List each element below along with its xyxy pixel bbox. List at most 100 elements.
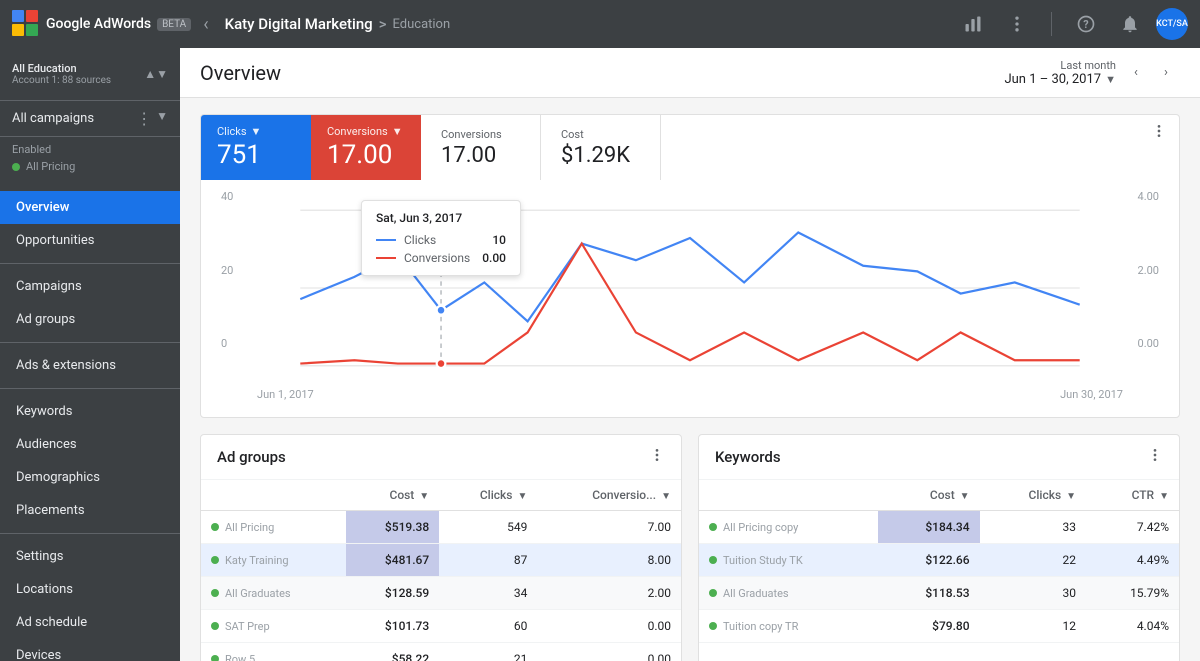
sidebar-item-settings[interactable]: Settings: [0, 540, 180, 573]
sidebar-item-overview[interactable]: Overview: [0, 191, 180, 224]
notifications-button[interactable]: [1112, 6, 1148, 42]
breadcrumb-sub[interactable]: Education: [393, 17, 451, 32]
row-link[interactable]: All Graduates: [211, 587, 336, 600]
sidebar-item-demographics[interactable]: Demographics: [0, 461, 180, 494]
chart-svg: [217, 188, 1163, 388]
ad-groups-col-cost[interactable]: Cost ▼: [346, 480, 439, 511]
sidebar-item-label: Ad schedule: [16, 615, 87, 630]
conversions-metric-button[interactable]: Conversions ▼ 17.00: [311, 115, 421, 180]
table-row: All Pricing $519.38 549 7.00: [201, 511, 681, 544]
all-campaigns-item[interactable]: All campaigns ⋮ ▼: [0, 101, 180, 137]
y-axis-left: 40 20 0: [221, 190, 233, 350]
metrics-top: Clicks ▼ 751 Conversions ▼ 17.00 Conver: [201, 115, 1179, 180]
content-scroll: Clicks ▼ 751 Conversions ▼ 17.00 Conver: [180, 98, 1200, 661]
status-dot: [709, 523, 717, 531]
metrics-more-button[interactable]: [1139, 115, 1179, 180]
tooltip-clicks-row: Clicks 10: [376, 233, 506, 247]
ad-groups-col-clicks[interactable]: Clicks ▼: [439, 480, 537, 511]
row-link[interactable]: Row 5: [211, 653, 336, 661]
row-link[interactable]: Katy Training: [211, 554, 336, 567]
row-name-text: SAT Prep: [225, 620, 270, 633]
breadcrumb-account[interactable]: Katy Digital Marketing: [225, 15, 373, 33]
enabled-label: Enabled: [12, 143, 168, 156]
sidebar-divider-1: [0, 263, 180, 264]
date-label: Last month Jun 1 – 30, 2017 ▼: [1004, 59, 1116, 87]
sidebar-item-locations[interactable]: Locations: [0, 573, 180, 606]
y-axis-right: 4.00 2.00 0.00: [1138, 190, 1159, 350]
conversions-stat: Conversions 17.00: [421, 115, 541, 180]
date-prev-button[interactable]: ‹: [1122, 59, 1150, 87]
row-link[interactable]: All Pricing: [211, 521, 336, 534]
campaign-item[interactable]: All Pricing: [12, 156, 168, 177]
sidebar-item-devices[interactable]: Devices: [0, 639, 180, 661]
row-name-cell: Tuition Study TK: [699, 544, 878, 577]
sidebar-item-ads-extensions[interactable]: Ads & extensions: [0, 349, 180, 382]
date-nav: ‹ ›: [1122, 59, 1180, 87]
keywords-table: Cost ▼ Clicks ▼ CTR ▼ All Pricing copy $…: [699, 480, 1179, 643]
tooltip-conversions-value: 0.00: [482, 251, 506, 265]
help-button[interactable]: ?: [1068, 6, 1104, 42]
all-campaigns-more-icon[interactable]: ⋮: [136, 109, 152, 128]
keywords-col-cost[interactable]: Cost ▼: [878, 480, 979, 511]
row-name-text: Tuition Study TK: [723, 554, 803, 567]
row-link[interactable]: All Pricing copy: [709, 521, 868, 534]
breadcrumb-sep: >: [379, 15, 387, 33]
sidebar-item-keywords[interactable]: Keywords: [0, 395, 180, 428]
ctr-cell: 4.49%: [1086, 544, 1179, 577]
sidebar-item-ad-schedule[interactable]: Ad schedule: [0, 606, 180, 639]
sidebar-divider-3: [0, 388, 180, 389]
user-avatar[interactable]: KCT/SA: [1156, 8, 1188, 40]
sidebar-account[interactable]: All Education Account 1: 88 sources ▲▼: [12, 56, 168, 92]
table-row: All Graduates $118.53 30 15.79%: [699, 577, 1179, 610]
cost-cell: $79.80: [878, 610, 979, 643]
nav-toggle-icon[interactable]: ‹: [203, 14, 208, 35]
tooltip-conversions-row: Conversions 0.00: [376, 251, 506, 265]
chart-icon-button[interactable]: [955, 6, 991, 42]
table-row: All Pricing copy $184.34 33 7.42%: [699, 511, 1179, 544]
bell-icon: [1120, 14, 1140, 34]
clicks-label: Clicks ▼: [217, 125, 295, 138]
help-icon: ?: [1076, 14, 1096, 34]
sidebar-item-audiences[interactable]: Audiences: [0, 428, 180, 461]
sidebar-item-campaigns[interactable]: Campaigns: [0, 270, 180, 303]
bottom-cards: Ad groups Cost ▼ Clicks ▼ Conversio... ▼: [200, 434, 1180, 661]
keywords-col-ctr[interactable]: CTR ▼: [1086, 480, 1179, 511]
clicks-cell: 549: [439, 511, 537, 544]
stat2-value: $1.29K: [561, 143, 640, 168]
beta-badge: BETA: [157, 18, 191, 31]
tooltip-clicks-line: [376, 239, 396, 241]
x-axis-start: Jun 1, 2017: [257, 388, 314, 401]
keywords-col-clicks[interactable]: Clicks ▼: [980, 480, 1086, 511]
clicks-metric-button[interactable]: Clicks ▼ 751: [201, 115, 311, 180]
y-right-4: 4.00: [1138, 190, 1159, 203]
row-name-text: All Graduates: [225, 587, 291, 600]
sidebar-item-ad-groups[interactable]: Ad groups: [0, 303, 180, 336]
clicks-cell: 60: [439, 610, 537, 643]
keywords-card: Keywords Cost ▼ Clicks ▼ CTR ▼: [698, 434, 1180, 661]
sidebar-item-opportunities[interactable]: Opportunities: [0, 224, 180, 257]
status-dot: [211, 622, 219, 630]
ad-groups-card-header: Ad groups: [201, 435, 681, 480]
row-link[interactable]: Tuition Study TK: [709, 554, 868, 567]
row-link[interactable]: All Graduates: [709, 587, 868, 600]
sidebar-header: All Education Account 1: 88 sources ▲▼: [0, 48, 180, 101]
all-campaigns-chevron-icon[interactable]: ▼: [156, 109, 168, 128]
sidebar-item-placements[interactable]: Placements: [0, 494, 180, 527]
cost-cell: $122.66: [878, 544, 979, 577]
date-next-button[interactable]: ›: [1152, 59, 1180, 87]
ctr-cell: 4.04%: [1086, 610, 1179, 643]
enabled-section: Enabled All Pricing: [0, 137, 180, 183]
clicks-dropdown-icon: ▼: [251, 125, 262, 138]
date-dropdown-icon[interactable]: ▼: [1105, 73, 1116, 86]
row-name-text: All Pricing: [225, 521, 274, 534]
row-name-cell: All Pricing: [201, 511, 346, 544]
row-link[interactable]: SAT Prep: [211, 620, 336, 633]
sidebar-account-chevrons: ▲▼: [144, 67, 168, 81]
row-link[interactable]: Tuition copy TR: [709, 620, 868, 633]
keywords-more-button[interactable]: [1147, 447, 1163, 467]
more-menu-button[interactable]: [999, 6, 1035, 42]
cost-cell: $101.73: [346, 610, 439, 643]
conversions-cell: 8.00: [537, 544, 681, 577]
ad-groups-col-conversions[interactable]: Conversio... ▼: [537, 480, 681, 511]
ad-groups-more-button[interactable]: [649, 447, 665, 467]
